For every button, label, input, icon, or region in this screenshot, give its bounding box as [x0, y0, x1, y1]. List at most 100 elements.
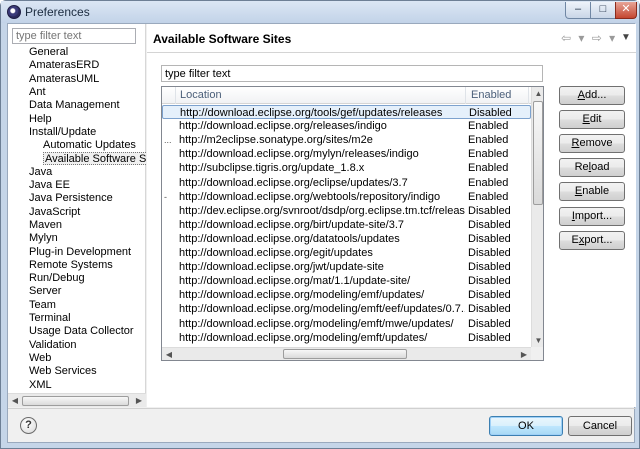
help-icon[interactable]: ? — [20, 417, 37, 434]
tree-item[interactable]: Team — [29, 299, 56, 312]
table-row[interactable]: http://download.eclipse.org/modeling/emf… — [162, 302, 531, 316]
enable-button[interactable]: Enable — [559, 182, 625, 201]
column-location[interactable]: Location — [180, 89, 222, 101]
maximize-button[interactable]: □ — [590, 2, 616, 19]
table-row[interactable]: http://download.eclipse.org/birt/update-… — [162, 218, 531, 232]
table-horizontal-scrollbar[interactable]: ◀ ▶ — [162, 347, 531, 360]
export-button[interactable]: Export... — [559, 231, 625, 250]
table-header: Location Enabled — [162, 87, 531, 104]
tree-scroll-thumb[interactable] — [22, 396, 129, 406]
tree-item[interactable]: Remote Systems — [29, 259, 113, 272]
tree-item[interactable]: Install/Update — [29, 126, 96, 139]
tree-item[interactable]: Validation — [29, 339, 77, 352]
tree-item[interactable]: Web — [29, 352, 51, 365]
table-hscroll-thumb[interactable] — [283, 349, 407, 359]
tree-item[interactable]: Java EE — [29, 179, 70, 192]
tree-item[interactable]: Java Persistence — [29, 192, 113, 205]
table-row[interactable]: http://download.eclipse.org/datatools/up… — [162, 232, 531, 246]
tree-item[interactable]: AmaterasERD — [29, 59, 99, 72]
table-row[interactable]: http://download.eclipse.org/modeling/emf… — [162, 317, 531, 331]
table-row[interactable]: ... http://m2eclipse.sonatype.org/sites/m… — [162, 133, 531, 147]
edit-button[interactable]: Edit — [559, 110, 625, 129]
site-enabled-cell: Enabled — [468, 148, 509, 161]
header-divider — [147, 52, 636, 53]
minimize-button[interactable]: – — [565, 2, 591, 19]
site-location-cell: http://download.eclipse.org/datatools/up… — [179, 232, 400, 245]
tree-item[interactable]: Help — [29, 113, 52, 126]
tree-item[interactable]: Maven — [29, 219, 62, 232]
site-enabled-cell: Disabled — [469, 107, 512, 119]
site-enabled-cell: Disabled — [468, 289, 511, 302]
page-nav-arrows[interactable]: ⇦ ▾ ⇨ ▾ — [561, 31, 617, 45]
remove-button[interactable]: Remove — [559, 134, 625, 153]
site-enabled-cell: Disabled — [468, 303, 511, 316]
table-row[interactable]: http://download.eclipse.org/modeling/emf… — [162, 331, 531, 345]
tree-item[interactable]: Plug-in Development — [29, 246, 131, 259]
scroll-down-arrow-icon[interactable]: ▼ — [532, 334, 543, 347]
table-row[interactable]: http://download.eclipse.org/eclipse/upda… — [162, 176, 531, 190]
table-row[interactable]: http://subclipse.tigris.org/update_1.8.x… — [162, 161, 531, 175]
back-arrow-icon[interactable]: ⇦ ▾ — [561, 31, 586, 45]
tree-filter-input[interactable] — [12, 28, 136, 44]
scrollbar-corner — [531, 347, 543, 360]
scroll-left-arrow-icon[interactable]: ◀ — [162, 348, 176, 360]
site-location-cell: http://download.eclipse.org/modeling/emf… — [179, 289, 425, 302]
table-vscroll-thumb[interactable] — [533, 101, 543, 205]
tree-item[interactable]: Available Software Site — [43, 152, 146, 166]
tree-horizontal-scrollbar[interactable]: ◀ ▶ — [8, 393, 146, 407]
site-enabled-cell: Disabled — [468, 232, 511, 245]
tree-item[interactable]: Ant — [29, 86, 46, 99]
cancel-button[interactable]: Cancel — [568, 416, 632, 436]
tree-item[interactable]: JavaScript — [29, 206, 80, 219]
tree-item[interactable]: Terminal — [29, 312, 71, 325]
site-location-cell: http://download.eclipse.org/modeling/emf… — [179, 303, 465, 316]
scroll-up-arrow-icon[interactable]: ▲ — [532, 87, 543, 100]
tree-item[interactable]: Data Management — [29, 99, 120, 112]
site-location-cell: http://download.eclipse.org/mat/1.1/upda… — [179, 275, 411, 288]
site-location-cell: http://download.eclipse.org/egit/updates — [179, 247, 373, 259]
column-enabled[interactable]: Enabled — [471, 89, 511, 101]
reload-button[interactable]: Reload — [559, 158, 625, 177]
import-button[interactable]: Import... — [559, 207, 625, 226]
ok-button[interactable]: OK — [489, 416, 563, 436]
tree-item[interactable]: Run/Debug — [29, 272, 85, 285]
tree-item[interactable]: Web Services — [29, 365, 97, 378]
tree-item[interactable]: Automatic Updates — [43, 139, 136, 152]
table-row[interactable]: http://download.eclipse.org/jwt/update-s… — [162, 260, 531, 274]
tree-item[interactable]: Mylyn — [29, 232, 58, 245]
site-enabled-cell: Disabled — [468, 218, 511, 231]
view-menu-icon[interactable]: ▼ — [621, 32, 631, 43]
table-row[interactable]: http://download.eclipse.org/modeling/emf… — [162, 288, 531, 302]
column-divider — [175, 87, 176, 104]
site-location-cell: http://subclipse.tigris.org/update_1.8.x — [179, 162, 365, 175]
table-row[interactable]: http://download.eclipse.org/egit/updates… — [162, 246, 531, 260]
title-bar: Preferences – □ ✕ — [1, 1, 639, 23]
table-row[interactable]: http://download.eclipse.org/mat/1.1/upda… — [162, 274, 531, 288]
tree-item[interactable]: AmaterasUML — [29, 73, 99, 86]
scroll-left-arrow-icon[interactable]: ◀ — [8, 394, 22, 408]
table-row[interactable]: http://dev.eclipse.org/svnroot/dsdp/org.… — [162, 204, 531, 218]
table-row[interactable]: http://download.eclipse.org/mylyn/releas… — [162, 147, 531, 161]
scroll-right-arrow-icon[interactable]: ▶ — [132, 394, 146, 408]
tree-item[interactable]: General — [29, 46, 68, 59]
table-vertical-scrollbar[interactable]: ▲ ▼ — [531, 87, 543, 348]
tree-item[interactable]: Java — [29, 166, 52, 179]
scroll-right-arrow-icon[interactable]: ▶ — [517, 348, 531, 360]
tree-item[interactable]: Usage Data Collector — [29, 325, 134, 338]
site-enabled-cell: Disabled — [468, 275, 511, 288]
site-location-cell: http://download.eclipse.org/mylyn/releas… — [179, 148, 419, 161]
table-row[interactable]: - http://download.eclipse.org/webtools/re… — [162, 190, 531, 204]
forward-arrow-icon[interactable]: ⇨ ▾ — [592, 31, 617, 45]
site-location-cell: http://m2eclipse.sonatype.org/sites/m2e — [179, 134, 373, 147]
tree-item[interactable]: XML — [29, 379, 52, 392]
tree-item[interactable]: Server — [29, 285, 61, 298]
site-location-cell: http://download.eclipse.org/jwt/update-s… — [179, 261, 384, 274]
close-button[interactable]: ✕ — [615, 2, 637, 19]
site-location-cell: http://download.eclipse.org/modeling/emf… — [179, 317, 454, 330]
row-marker: ... — [164, 135, 172, 146]
add-button[interactable]: Add... — [559, 86, 625, 105]
table-row[interactable]: http://download.eclipse.org/releases/ind… — [162, 119, 531, 133]
sites-filter-input[interactable] — [161, 65, 543, 82]
table-row[interactable]: http://download.eclipse.org/tools/gef/up… — [162, 105, 531, 119]
preferences-tree: General AmaterasERD AmaterasUML Ant Data Man… — [8, 46, 146, 394]
